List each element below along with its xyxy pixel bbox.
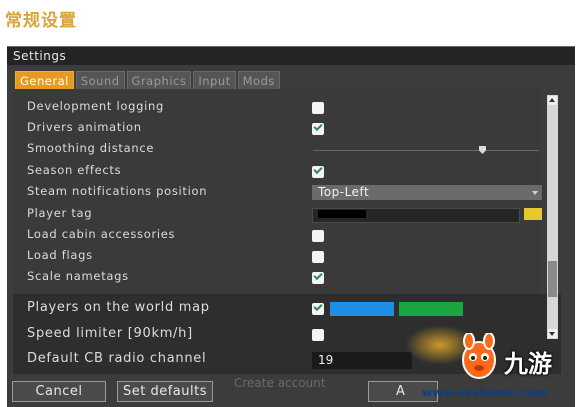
world-map-color-swatch-blue[interactable]: [330, 302, 394, 316]
select-value: Top-Left: [318, 185, 370, 199]
create-account-link[interactable]: Create account: [234, 376, 326, 390]
players-on-world-map-checkbox[interactable]: [312, 303, 324, 315]
setting-players-on-world-map: Players on the world map: [13, 300, 561, 318]
setting-label: Season effects: [27, 163, 122, 177]
cb-channel-input[interactable]: 19: [312, 352, 412, 369]
jiuyou-mascot-icon: [456, 332, 502, 385]
setting-label: Players on the world map: [27, 300, 210, 315]
tab-general[interactable]: General: [15, 71, 74, 89]
redacted-player-tag: [318, 210, 366, 218]
scrollbar-thumb[interactable]: [548, 261, 557, 297]
setting-development-logging: Development logging: [13, 99, 541, 117]
steam-notifications-position-select[interactable]: Top-Left: [312, 185, 542, 200]
setting-label: Load flags: [27, 248, 93, 262]
cancel-button[interactable]: Cancel: [12, 381, 106, 402]
chevron-down-icon: [532, 191, 538, 195]
scroll-up-icon[interactable]: [548, 96, 557, 105]
page-heading: 常规设置: [5, 11, 77, 31]
speed-limiter-checkbox[interactable]: [312, 329, 324, 341]
smoothing-distance-slider-thumb[interactable]: [479, 146, 486, 154]
player-tag-color-swatch[interactable]: [524, 208, 542, 220]
setting-smoothing-distance: Smoothing distance: [13, 141, 541, 159]
setting-label: Steam notifications position: [27, 184, 208, 198]
load-cabin-accessories-checkbox[interactable]: [312, 230, 324, 242]
tab-bar: General Sound Graphics Input Mods: [15, 71, 282, 89]
setting-label: Development logging: [27, 99, 164, 113]
tab-input[interactable]: Input: [193, 71, 236, 89]
development-logging-checkbox[interactable]: [312, 102, 324, 114]
setting-load-cabin-accessories: Load cabin accessories: [13, 227, 541, 245]
load-flags-checkbox[interactable]: [312, 251, 324, 263]
watermark-brand: 九游: [504, 350, 552, 378]
scroll-down-icon[interactable]: [548, 329, 557, 338]
window-title: Settings: [7, 47, 575, 65]
smoothing-distance-slider[interactable]: [313, 150, 539, 151]
setting-scale-nametags: Scale nametags: [13, 269, 541, 287]
setting-label: Speed limiter [90km/h]: [27, 326, 193, 341]
setting-label: Smoothing distance: [27, 141, 155, 155]
set-defaults-button[interactable]: Set defaults: [117, 381, 213, 402]
setting-load-flags: Load flags: [13, 248, 541, 266]
setting-label: Load cabin accessories: [27, 227, 176, 241]
watermark-url: www.sxshome.com: [422, 386, 548, 399]
setting-player-tag: Player tag: [13, 206, 542, 224]
scale-nametags-checkbox[interactable]: [312, 272, 324, 284]
settings-scrollbar[interactable]: [547, 95, 558, 339]
setting-steam-notifications-position: Steam notifications position Top-Left: [13, 184, 542, 202]
drivers-animation-checkbox[interactable]: [312, 123, 324, 135]
setting-season-effects: Season effects: [13, 163, 541, 181]
world-map-color-swatch-green[interactable]: [399, 302, 463, 316]
season-effects-checkbox[interactable]: [312, 166, 324, 178]
setting-drivers-animation: Drivers animation: [13, 120, 541, 138]
tab-graphics[interactable]: Graphics: [126, 71, 192, 89]
tab-mods[interactable]: Mods: [237, 71, 280, 89]
setting-label: Scale nametags: [27, 269, 129, 283]
setting-label: Drivers animation: [27, 120, 142, 134]
setting-label: Player tag: [27, 206, 93, 220]
setting-label: Default CB radio channel: [27, 351, 207, 366]
tab-sound[interactable]: Sound: [75, 71, 125, 89]
